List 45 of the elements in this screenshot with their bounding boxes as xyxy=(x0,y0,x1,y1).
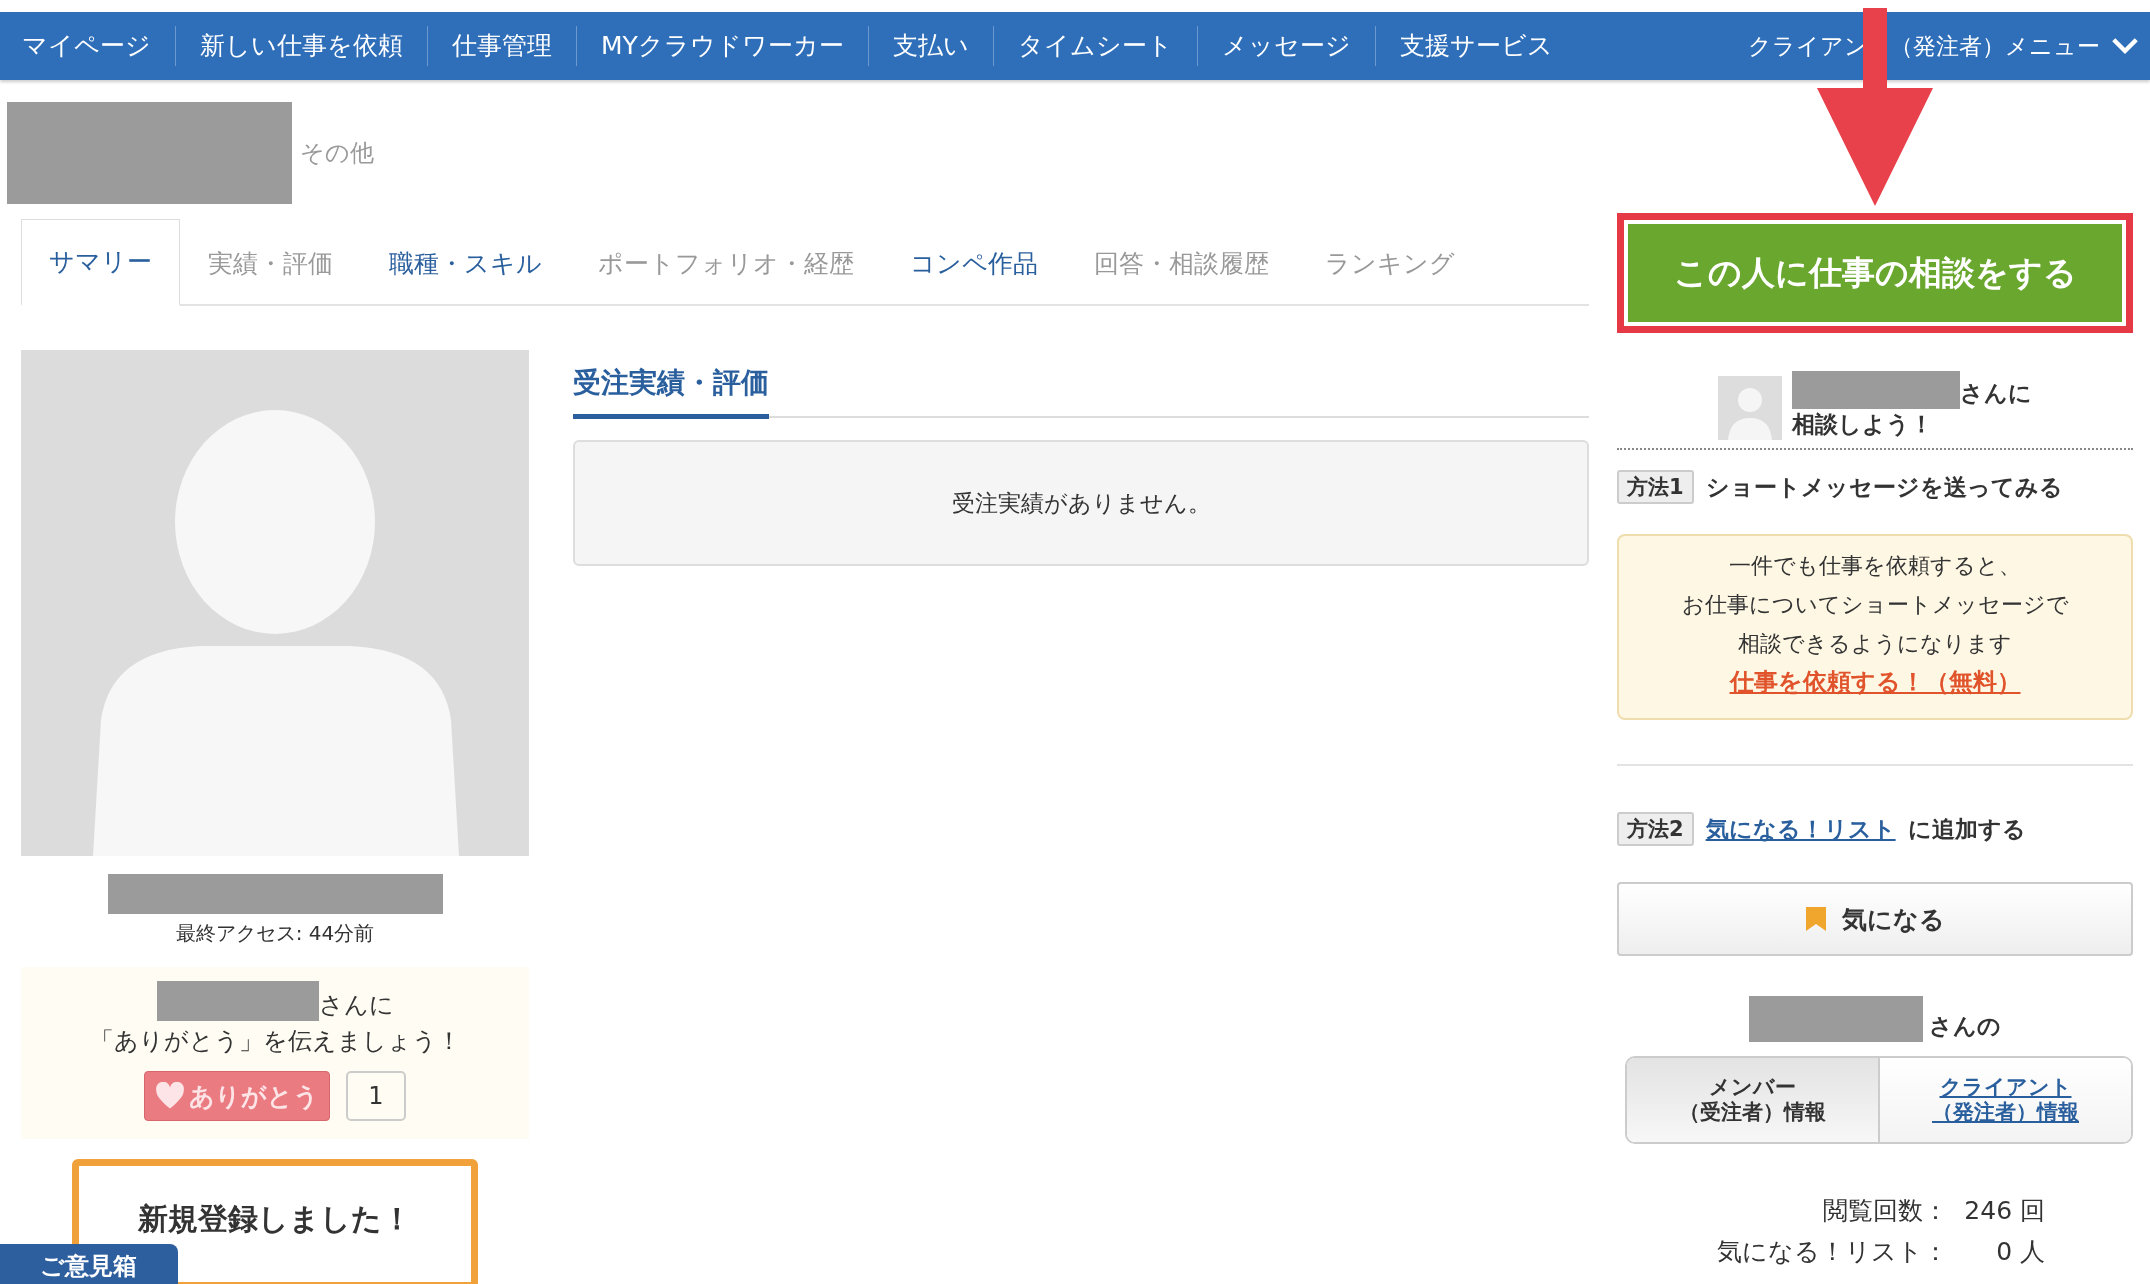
info-tab-label: （受注者）情報 xyxy=(1679,1100,1826,1125)
nav-link[interactable]: 支払い xyxy=(867,26,993,66)
info-tab-label: メンバー xyxy=(1709,1075,1796,1100)
notice-text: 一件でも仕事を依頼すると、 xyxy=(1728,552,2022,580)
nav-link[interactable]: マイページ xyxy=(0,26,175,66)
consult-prompt: 相談しよう！ xyxy=(1792,410,1934,439)
feedback-tab[interactable]: ご意見箱 xyxy=(0,1244,178,1284)
stat-label: 気になる！リスト： xyxy=(1717,1236,1949,1268)
info-tab-label: クライアント xyxy=(1939,1075,2072,1100)
empty-message: 受注実績がありません。 xyxy=(951,488,1211,518)
stat-value: 246 回 xyxy=(1964,1195,2045,1227)
notice-text: お仕事についてショートメッセージで xyxy=(1680,591,2070,619)
method-badge: 方法1 xyxy=(1617,470,1694,504)
notice-text: 相談できるようになります xyxy=(1737,630,2013,658)
nav-link[interactable]: MYクラウドワーカー xyxy=(576,26,868,66)
thanks-count: 1 xyxy=(346,1071,406,1121)
chevron-down-icon xyxy=(2110,36,2140,56)
info-suffix: さんの xyxy=(1929,1012,2001,1041)
thanks-message: 「ありがとう」を伝えましょう！ xyxy=(89,1026,461,1057)
consult-button[interactable]: この人に仕事の相談をする xyxy=(1628,224,2122,322)
heart-icon xyxy=(155,1082,186,1110)
nav-link[interactable]: 仕事管理 xyxy=(427,26,576,66)
stat-label: 閲覧回数： xyxy=(1822,1195,1949,1227)
nav-link[interactable]: タイムシート xyxy=(992,26,1197,66)
section-heading: 受注実績・評価 xyxy=(573,364,769,419)
nav-link[interactable]: 支援サービス xyxy=(1374,26,1577,66)
bookmark-icon xyxy=(1805,907,1826,931)
consult-suffix: さんに xyxy=(1960,379,2032,408)
method-badge: 方法2 xyxy=(1617,812,1694,846)
method-text: ショートメッセージを送ってみる xyxy=(1705,472,2063,502)
watch-button[interactable]: 気になる xyxy=(1617,882,2133,956)
last-access-text: 最終アクセス: 44分前 xyxy=(175,920,375,947)
watchlist-link[interactable]: 気になる！リスト xyxy=(1705,813,1896,845)
nav-link[interactable]: 新しい仕事を依頼 xyxy=(175,26,427,66)
stat-value: 0 人 xyxy=(1995,1236,2045,1268)
method-text: に追加する xyxy=(1907,814,2026,844)
nav-link[interactable]: メッセージ xyxy=(1196,26,1375,66)
thanks-suffix: さんに xyxy=(318,990,394,1021)
avatar-icon xyxy=(1718,376,1782,440)
category-label: その他 xyxy=(300,138,374,169)
profile-tab[interactable]: 職種・スキル xyxy=(361,221,570,306)
request-job-link[interactable]: 仕事を依頼する！（無料） xyxy=(1729,668,2021,696)
profile-tab[interactable]: コンペ作品 xyxy=(882,221,1066,306)
profile-tab[interactable]: サマリー xyxy=(21,219,180,306)
info-tab[interactable]: メンバー （受注者）情報 xyxy=(1627,1058,1880,1142)
